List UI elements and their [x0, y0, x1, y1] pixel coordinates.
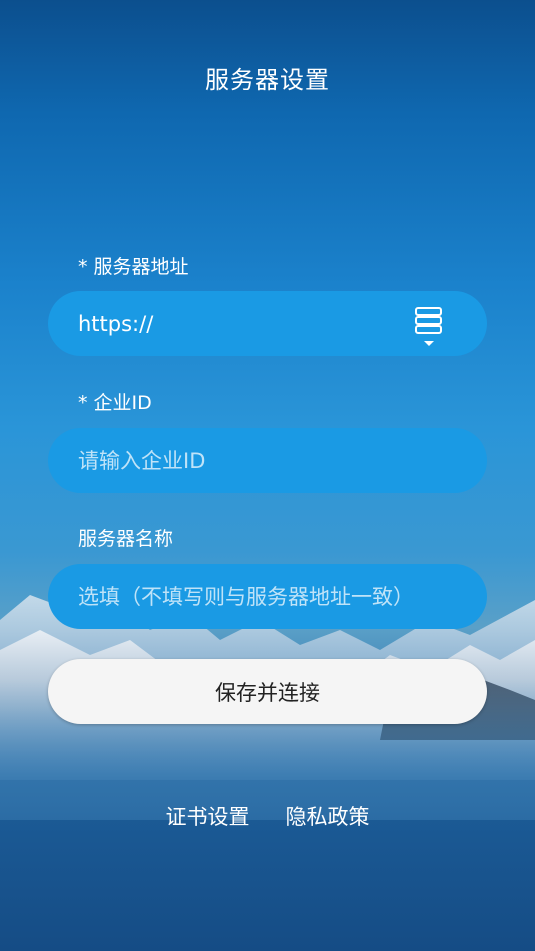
- page-title: 服务器设置: [205, 66, 330, 94]
- server-address-field-container: [48, 291, 487, 356]
- enterprise-id-input[interactable]: [78, 448, 457, 473]
- enterprise-id-label: * 企业ID: [78, 392, 152, 414]
- server-name-label: 服务器名称: [78, 528, 174, 550]
- footer-links: 证书设置 隐私政策: [0, 801, 535, 831]
- server-address-input[interactable]: [78, 311, 457, 336]
- enterprise-id-field-container: [48, 428, 487, 493]
- server-name-input[interactable]: [78, 584, 457, 609]
- privacy-policy-link[interactable]: 隐私政策: [286, 801, 370, 831]
- certificate-settings-link[interactable]: 证书设置: [166, 801, 250, 831]
- server-address-label: * 服务器地址: [78, 256, 189, 278]
- save-and-connect-button[interactable]: 保存并连接: [48, 659, 487, 724]
- server-name-field-container: [48, 564, 487, 629]
- server-list-icon[interactable]: [415, 306, 443, 346]
- server-settings-screen: 服务器设置 * 服务器地址 * 企业ID 服务器名称 保存并连接 证书设置 隐私…: [0, 0, 535, 951]
